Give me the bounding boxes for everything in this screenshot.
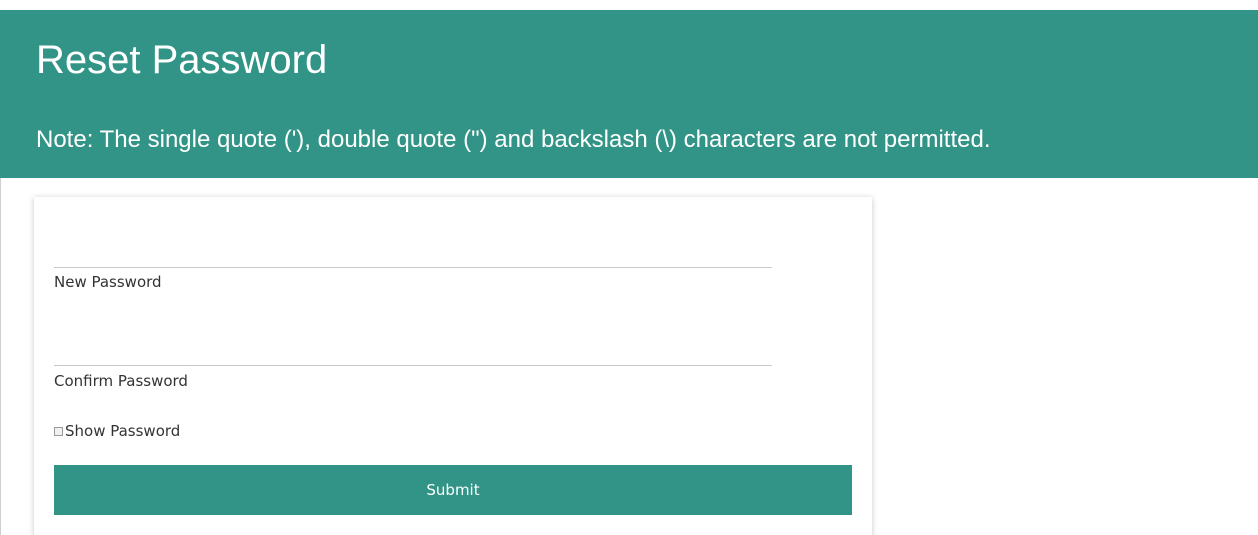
show-password-row[interactable]: Show Password <box>54 422 180 440</box>
show-password-checkbox[interactable] <box>54 426 63 436</box>
new-password-label: New Password <box>54 273 162 291</box>
show-password-label[interactable]: Show Password <box>65 422 180 440</box>
character-restriction-note: Note: The single quote ('), double quote… <box>36 126 991 153</box>
reset-password-page: Reset Password Note: The single quote ('… <box>0 0 1258 535</box>
new-password-input[interactable] <box>54 237 772 267</box>
reset-password-form-card: New Password Confirm Password Show Passw… <box>34 197 872 535</box>
confirm-password-label: Confirm Password <box>54 372 188 390</box>
confirm-password-input[interactable] <box>54 335 772 365</box>
page-title: Reset Password <box>36 38 328 82</box>
submit-button[interactable]: Submit <box>54 465 852 515</box>
left-divider <box>0 178 1 535</box>
new-password-underline <box>54 267 772 268</box>
header-banner: Reset Password Note: The single quote ('… <box>0 10 1258 178</box>
top-strip <box>0 0 1258 10</box>
confirm-password-underline <box>54 365 772 366</box>
